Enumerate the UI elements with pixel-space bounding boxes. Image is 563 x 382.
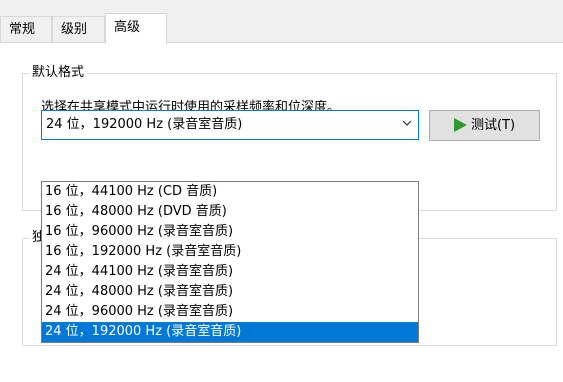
play-icon — [453, 117, 467, 132]
format-option[interactable]: 24 位，192000 Hz (录音室音质) — [42, 322, 418, 342]
format-combobox-value: 24 位，192000 Hz (录音室音质) — [46, 117, 243, 132]
tab-general[interactable]: 常规 — [0, 16, 52, 43]
tab-strip: 常规 级别 高级 — [0, 0, 563, 44]
default-format-legend: 默认格式 — [29, 64, 88, 82]
tab-advanced[interactable]: 高级 — [105, 13, 167, 44]
format-option[interactable]: 24 位，96000 Hz (录音室音质) — [42, 302, 418, 322]
chevron-down-icon — [402, 120, 412, 126]
tab-levels[interactable]: 级别 — [52, 16, 105, 43]
test-button-label: 测试(T) — [470, 118, 516, 133]
format-combobox[interactable]: 24 位，192000 Hz (录音室音质) — [41, 110, 419, 140]
format-dropdown-list: 16 位，44100 Hz (CD 音质) 16 位，48000 Hz (DVD … — [41, 181, 419, 343]
format-option[interactable]: 16 位，192000 Hz (录音室音质) — [42, 242, 418, 262]
format-option[interactable]: 24 位，48000 Hz (录音室音质) — [42, 282, 418, 302]
format-option[interactable]: 24 位，44100 Hz (录音室音质) — [42, 262, 418, 282]
format-option[interactable]: 16 位，96000 Hz (录音室音质) — [42, 222, 418, 242]
format-option[interactable]: 16 位，44100 Hz (CD 音质) — [42, 182, 418, 202]
test-button[interactable]: 测试(T) — [429, 110, 540, 141]
format-option[interactable]: 16 位，48000 Hz (DVD 音质) — [42, 202, 418, 222]
